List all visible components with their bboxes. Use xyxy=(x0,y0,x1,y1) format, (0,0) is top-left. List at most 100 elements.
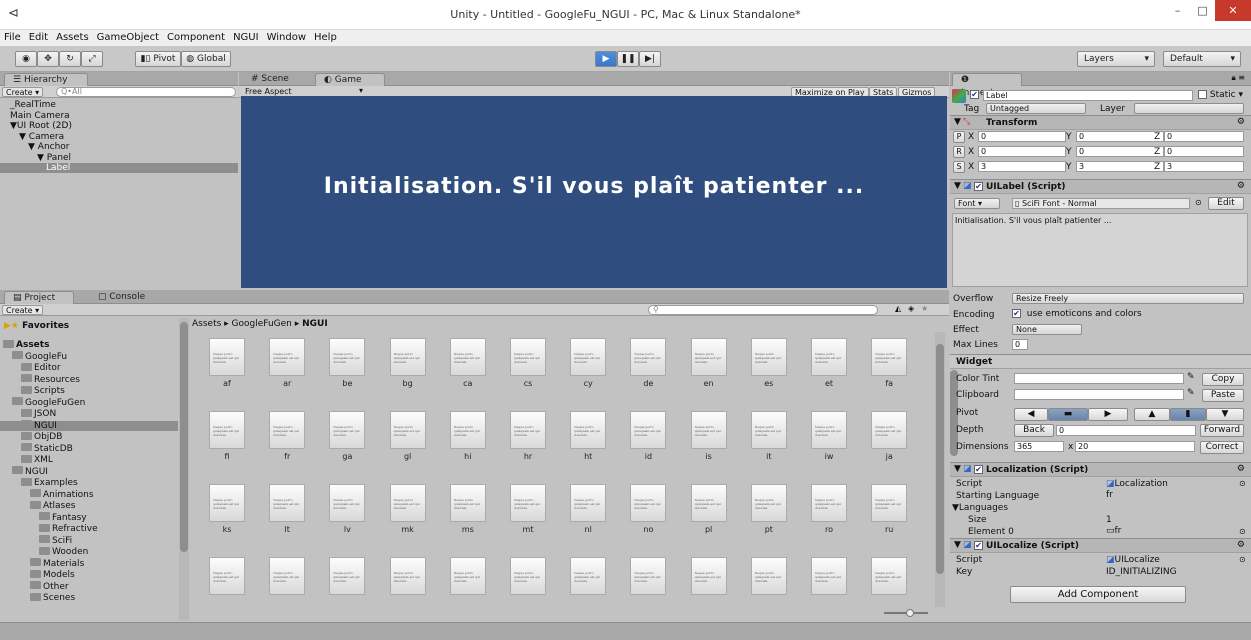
gear-icon[interactable]: ⚙ xyxy=(1237,117,1245,127)
favorites-node[interactable]: ▶★ Favorites xyxy=(4,321,69,331)
asset-file-tile[interactable]: Neque porro quisquam est qui dolorem. fa xyxy=(867,338,911,388)
tag-dropdown[interactable]: Untagged xyxy=(986,103,1086,114)
game-view[interactable]: Initialisation. S'il vous plaît patiente… xyxy=(241,96,947,288)
static-toggle[interactable]: Static ▾ xyxy=(1198,90,1243,100)
y-field[interactable]: 3 xyxy=(1076,161,1164,172)
asset-file-tile[interactable]: Neque porro quisquam est qui dolorem. hi xyxy=(446,411,490,461)
pivot-toggle[interactable]: ▮▯ Pivot xyxy=(135,51,181,67)
y-field[interactable]: 0 xyxy=(1076,131,1164,142)
copy-button[interactable]: Copy xyxy=(1202,373,1244,386)
folder-tree-scrollbar[interactable] xyxy=(179,318,189,620)
depth-field[interactable]: 0 xyxy=(1056,425,1196,436)
pivot-middle-button[interactable]: ▮ xyxy=(1170,408,1206,421)
breadcrumb-assets[interactable]: Assets xyxy=(192,319,221,329)
folder-tree-item[interactable]: Scripts xyxy=(0,385,178,396)
uilabel-enabled-checkbox[interactable]: ✔ xyxy=(974,182,983,192)
overflow-dropdown[interactable]: Resize Freely xyxy=(1012,293,1244,304)
asset-file-tile[interactable]: Neque porro quisquam est qui dolorem. lv xyxy=(325,484,369,534)
rotate-tool-button[interactable]: ↻ xyxy=(59,51,81,67)
localization-header[interactable]: ▼ ◪ ✔ Localization (Script) ⚙ xyxy=(950,462,1251,477)
scroll-thumb[interactable] xyxy=(180,322,188,552)
tab-console[interactable]: ▢ Console xyxy=(90,291,160,304)
play-button[interactable]: ▶ xyxy=(595,51,617,67)
asset-file-tile[interactable]: Neque porro quisquam est qui dolorem. et xyxy=(807,338,851,388)
folder-tree-item[interactable]: Examples xyxy=(0,477,178,488)
folder-tree-item[interactable]: GoogleFu xyxy=(0,351,178,362)
hierarchy-item[interactable]: ▼ Camera xyxy=(0,132,238,142)
font-edit-button[interactable]: Edit xyxy=(1208,197,1244,210)
menu-edit[interactable]: Edit xyxy=(25,30,52,43)
height-field[interactable]: 20 xyxy=(1075,441,1195,452)
zoom-slider[interactable] xyxy=(884,608,928,618)
localization-script-field[interactable]: ◪Localization xyxy=(1106,479,1168,489)
tab-hierarchy[interactable]: ☰ Hierarchy xyxy=(4,73,88,86)
asset-file-tile[interactable]: Neque porro quisquam est qui dolorem. ro xyxy=(807,484,851,534)
folder-tree-item[interactable]: JSON xyxy=(0,408,178,419)
localization-enabled-checkbox[interactable]: ✔ xyxy=(974,465,983,475)
asset-file-tile[interactable]: Neque porro quisquam est qui dolorem. fr xyxy=(265,411,309,461)
folder-tree-item[interactable]: Other xyxy=(0,581,178,592)
scale-tool-button[interactable]: ⤢ xyxy=(81,51,103,67)
asset-file-tile[interactable]: Neque porro quisquam est qui dolorem. xyxy=(566,557,610,607)
folder-tree-item[interactable]: SciFi xyxy=(0,535,178,546)
asset-file-tile[interactable]: Neque porro quisquam est qui dolorem. ar xyxy=(265,338,309,388)
asset-file-tile[interactable]: Neque porro quisquam est qui dolorem. hr xyxy=(506,411,550,461)
layer-dropdown[interactable] xyxy=(1134,103,1244,114)
menu-assets[interactable]: Assets xyxy=(52,30,93,43)
tab-inspector[interactable]: ❶ Inspector xyxy=(952,73,1022,98)
object-picker-icon[interactable]: ⊙ xyxy=(1195,198,1202,207)
object-name-field[interactable]: Label xyxy=(983,90,1193,101)
transform-header[interactable]: ▼ ⤡ Transform ⚙ xyxy=(950,115,1251,130)
asset-file-tile[interactable]: Neque porro quisquam est qui dolorem. af xyxy=(205,338,249,388)
paste-button[interactable]: Paste xyxy=(1202,389,1244,402)
add-component-button[interactable]: Add Component xyxy=(1010,586,1186,603)
asset-file-tile[interactable]: Neque porro quisquam est qui dolorem. ja xyxy=(867,411,911,461)
menu-window[interactable]: Window xyxy=(263,30,310,43)
folder-tree-item[interactable]: Editor xyxy=(0,362,178,373)
x-field[interactable]: 0 xyxy=(978,131,1066,142)
project-create-button[interactable]: Create ▾ xyxy=(2,305,44,315)
hierarchy-item[interactable]: ▼ Anchor xyxy=(0,142,238,152)
folder-tree-item[interactable]: ObjDB xyxy=(0,431,178,442)
element0-field[interactable]: ▭fr xyxy=(1106,526,1121,536)
transform-reset-button[interactable]: P xyxy=(953,131,965,143)
asset-grid-scrollbar[interactable] xyxy=(935,332,945,607)
global-toggle[interactable]: ◍ Global xyxy=(181,51,231,67)
transform-reset-button[interactable]: S xyxy=(953,161,965,173)
asset-file-tile[interactable]: Neque porro quisquam est qui dolorem. ks xyxy=(205,484,249,534)
font-type-dropdown[interactable]: Font ▾ xyxy=(954,198,1000,209)
languages-label[interactable]: ▼Languages xyxy=(952,503,1008,513)
asset-file-tile[interactable]: Neque porro quisquam est qui dolorem. nl xyxy=(566,484,610,534)
asset-file-tile[interactable]: Neque porro quisquam est qui dolorem. pl xyxy=(687,484,731,534)
view-tool-button[interactable]: ◉ xyxy=(15,51,37,67)
folder-tree-item[interactable]: Models xyxy=(0,569,178,580)
pivot-bottom-button[interactable]: ▼ xyxy=(1206,408,1244,421)
asset-file-tile[interactable]: Neque porro quisquam est qui dolorem. xyxy=(747,557,791,607)
label-text-area[interactable]: Initialisation. S'il vous plaît patiente… xyxy=(952,213,1248,287)
asset-file-tile[interactable]: Neque porro quisquam est qui dolorem. xyxy=(446,557,490,607)
uilocalize-script-field[interactable]: ◪UILocalize xyxy=(1106,555,1160,565)
asset-file-tile[interactable]: Neque porro quisquam est qui dolorem. ht xyxy=(566,411,610,461)
z-field[interactable]: 3 xyxy=(1164,161,1244,172)
lock-icon[interactable]: 🔒︎ ≡ xyxy=(1231,73,1245,83)
filter-by-label-icon[interactable]: ◈ xyxy=(908,304,914,313)
folder-tree-item[interactable]: Fantasy xyxy=(0,512,178,523)
asset-file-tile[interactable]: Neque porro quisquam est qui dolorem. en xyxy=(687,338,731,388)
folder-tree-item[interactable]: XML xyxy=(0,454,178,465)
asset-file-tile[interactable]: Neque porro quisquam est qui dolorem. xyxy=(867,557,911,607)
asset-file-tile[interactable]: Neque porro quisquam est qui dolorem. xyxy=(506,557,550,607)
width-field[interactable]: 365 xyxy=(1014,441,1064,452)
folder-tree-item[interactable]: Assets xyxy=(0,339,178,350)
asset-file-tile[interactable]: Neque porro quisquam est qui dolorem. no xyxy=(626,484,670,534)
object-picker-icon[interactable]: ⊙ xyxy=(1239,479,1246,488)
object-picker-icon[interactable]: ⊙ xyxy=(1239,555,1246,564)
folder-tree-item[interactable]: Materials xyxy=(0,558,178,569)
minimize-button[interactable]: – xyxy=(1165,0,1190,21)
scroll-thumb[interactable] xyxy=(936,344,944,574)
key-value[interactable]: ID_INITIALIZING xyxy=(1106,567,1177,577)
eyedropper-icon[interactable]: ✎ xyxy=(1187,372,1195,382)
pause-button[interactable]: ❚❚ xyxy=(617,51,639,67)
folder-tree-item[interactable]: Animations xyxy=(0,489,178,500)
asset-file-tile[interactable]: Neque porro quisquam est qui dolorem. gl xyxy=(386,411,430,461)
asset-file-tile[interactable]: Neque porro quisquam est qui dolorem. de xyxy=(626,338,670,388)
